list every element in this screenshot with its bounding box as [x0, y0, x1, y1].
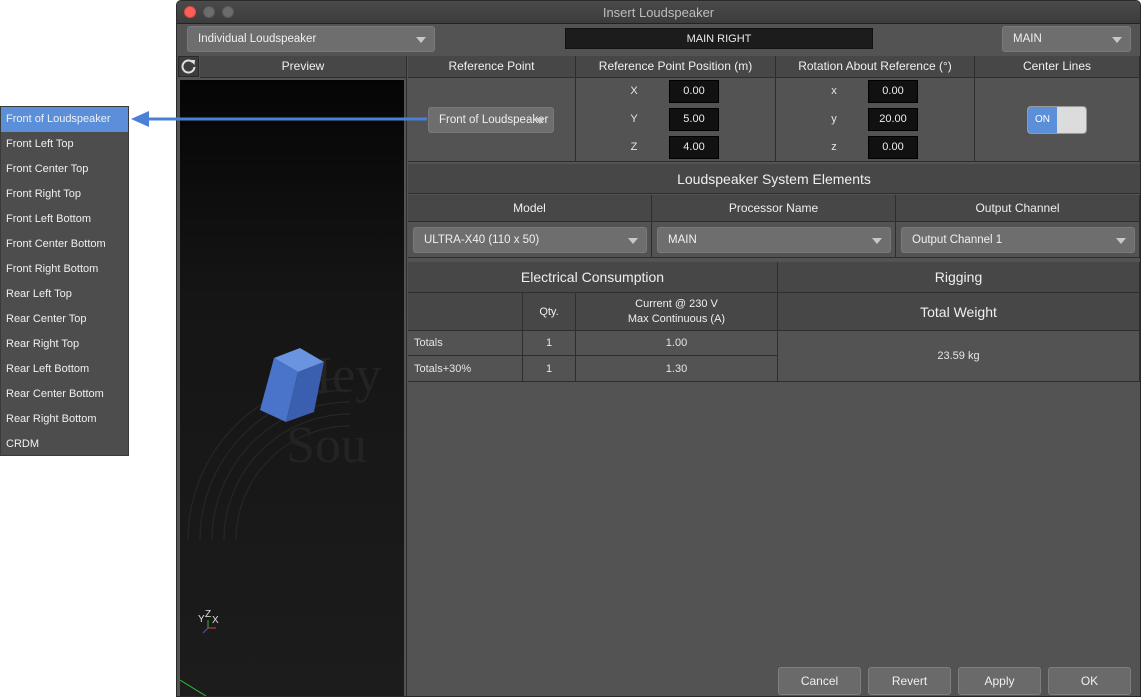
- position-z-input[interactable]: 4.00: [669, 136, 719, 159]
- chevron-down-icon: [872, 238, 882, 244]
- menu-item-crdm[interactable]: CRDM: [1, 432, 128, 457]
- reference-point-value: Front of Loudspeaker: [439, 114, 549, 126]
- menu-item-front-center-bottom[interactable]: Front Center Bottom: [1, 232, 128, 257]
- ok-button[interactable]: OK: [1048, 667, 1131, 695]
- rotation-x-label: x: [831, 85, 837, 97]
- output-channel-dropdown[interactable]: Output Channel 1: [901, 227, 1135, 253]
- group-dropdown-value: MAIN: [1013, 33, 1042, 45]
- totals-current: 1.00: [576, 331, 778, 356]
- system-elements-header: Loudspeaker System Elements: [408, 164, 1140, 194]
- position-x-input[interactable]: 0.00: [669, 80, 719, 103]
- processor-dropdown[interactable]: MAIN: [657, 227, 891, 253]
- menu-item-rear-center-bottom[interactable]: Rear Center Bottom: [1, 382, 128, 407]
- title-bar: Insert Loudspeaker: [177, 1, 1140, 24]
- menu-item-rear-right-bottom[interactable]: Rear Right Bottom: [1, 407, 128, 432]
- position-x-label: X: [630, 85, 638, 97]
- total-weight-value: 23.59 kg: [778, 331, 1140, 382]
- reference-point-header: Reference Point: [408, 56, 576, 78]
- menu-item-front-right-top[interactable]: Front Right Top: [1, 182, 128, 207]
- totals-row-label: Totals: [408, 331, 523, 356]
- toggle-on-label: ON: [1028, 107, 1057, 133]
- output-column-header: Output Channel: [896, 195, 1140, 222]
- menu-item-front-right-bottom[interactable]: Front Right Bottom: [1, 257, 128, 282]
- position-y-label: Y: [630, 113, 638, 125]
- insert-loudspeaker-window: Insert Loudspeaker Individual Loudspeake…: [176, 0, 1141, 697]
- reference-position-header: Reference Point Position (m): [576, 56, 776, 78]
- callout-arrow: [131, 111, 427, 127]
- divider: [406, 56, 407, 696]
- current-header-line1: Current @ 230 V: [635, 298, 718, 310]
- total-weight-header: Total Weight: [778, 293, 1140, 331]
- chevron-down-icon: [416, 37, 426, 43]
- chevron-down-icon: [1112, 37, 1122, 43]
- refresh-icon: [181, 59, 196, 74]
- loudspeaker-model: [260, 348, 324, 422]
- axis-label-z: Z: [205, 609, 212, 620]
- center-lines-header: Center Lines: [975, 56, 1140, 78]
- position-z-label: Z: [630, 141, 638, 153]
- preview-viewport[interactable]: Mey Sou Y Z X: [180, 80, 404, 696]
- mode-dropdown[interactable]: Individual Loudspeaker: [187, 26, 435, 52]
- window-title: Insert Loudspeaker: [602, 5, 715, 20]
- row-label-column-header: [408, 293, 523, 331]
- current-column-header: Current @ 230 V Max Continuous (A): [576, 293, 778, 331]
- center-lines-toggle[interactable]: ON: [1027, 106, 1087, 134]
- menu-item-rear-left-bottom[interactable]: Rear Left Bottom: [1, 357, 128, 382]
- axis-label-x: X: [212, 615, 219, 626]
- menu-item-rear-center-top[interactable]: Rear Center Top: [1, 307, 128, 332]
- rotation-y-input[interactable]: 20.00: [868, 108, 918, 131]
- refresh-button[interactable]: [178, 56, 199, 77]
- model-column-header: Model: [408, 195, 652, 222]
- totals-30-row-label: Totals+30%: [408, 356, 523, 382]
- processor-column-header: Processor Name: [652, 195, 896, 222]
- position-y-input[interactable]: 5.00: [669, 108, 719, 131]
- menu-item-front-center-top[interactable]: Front Center Top: [1, 157, 128, 182]
- rotation-z-label: z: [831, 141, 837, 153]
- chevron-down-icon: [535, 118, 545, 124]
- menu-item-rear-right-top[interactable]: Rear Right Top: [1, 332, 128, 357]
- totals-30-current: 1.30: [576, 356, 778, 382]
- menu-item-front-of-loudspeaker[interactable]: Front of Loudspeaker: [1, 107, 128, 132]
- loudspeaker-name-field[interactable]: MAIN RIGHT: [565, 28, 873, 49]
- chevron-down-icon: [1116, 238, 1126, 244]
- rotation-x-input[interactable]: 0.00: [868, 80, 918, 103]
- chevron-down-icon: [628, 238, 638, 244]
- preview-header: Preview: [200, 56, 407, 78]
- group-dropdown[interactable]: MAIN: [1002, 26, 1131, 52]
- electrical-consumption-header: Electrical Consumption: [408, 262, 778, 293]
- cancel-button[interactable]: Cancel: [778, 667, 861, 695]
- rigging-header: Rigging: [778, 262, 1140, 293]
- menu-item-front-left-top[interactable]: Front Left Top: [1, 132, 128, 157]
- reference-point-menu: Front of Loudspeaker Front Left Top Fron…: [0, 106, 129, 456]
- model-dropdown[interactable]: ULTRA-X40 (110 x 50): [413, 227, 647, 253]
- rotation-header: Rotation About Reference (°): [776, 56, 975, 78]
- output-channel-value: Output Channel 1: [912, 234, 1003, 246]
- axis-label-y: Y: [198, 614, 205, 625]
- revert-button[interactable]: Revert: [868, 667, 951, 695]
- totals-qty: 1: [523, 331, 576, 356]
- reference-point-dropdown[interactable]: Front of Loudspeaker: [428, 107, 554, 133]
- totals-30-qty: 1: [523, 356, 576, 382]
- qty-column-header: Qty.: [523, 293, 576, 331]
- model-value: ULTRA-X40 (110 x 50): [424, 234, 540, 246]
- rotation-z-input[interactable]: 0.00: [868, 136, 918, 159]
- rotation-y-label: y: [831, 113, 837, 125]
- menu-item-rear-left-top[interactable]: Rear Left Top: [1, 282, 128, 307]
- mode-dropdown-value: Individual Loudspeaker: [198, 33, 317, 45]
- processor-value: MAIN: [668, 234, 697, 246]
- apply-button[interactable]: Apply: [958, 667, 1041, 695]
- current-header-line2: Max Continuous (A): [627, 313, 726, 325]
- menu-item-front-left-bottom[interactable]: Front Left Bottom: [1, 207, 128, 232]
- ground-axis-line: [180, 679, 207, 696]
